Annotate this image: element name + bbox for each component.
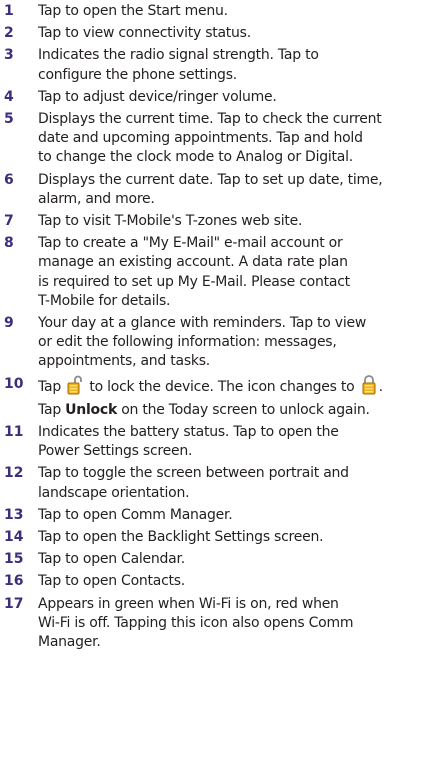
item-line: Your day at a glance with reminders. Tap… [38,315,367,332]
item-line: Tap to visit T-Mobile's T-zones web site… [38,213,303,230]
item-number: 13 [4,506,24,523]
item-text: Tap to lock the device. The icon changes… [38,374,431,420]
item-line: Tap to open the Backlight Settings scree… [38,529,324,546]
item-text: Tap to toggle the screen between portrai… [38,464,431,502]
item-number: 6 [4,171,14,188]
item-number: 8 [4,235,14,252]
item-line: date and upcoming appointments. Tap and … [38,130,363,147]
item-text: Tap to open Calendar. [38,550,431,569]
unlock-term: Unlock [65,401,118,418]
item-line: appointments, and tasks. [38,353,210,370]
item-line: to change the clock mode to Analog or Di… [38,149,353,166]
item-line: Wi-Fi is off. Tapping this icon also ope… [38,614,354,631]
list-item: 12 Tap to toggle the screen between port… [0,464,437,502]
item-line: Manager. [38,634,101,651]
item-line: Displays the current time. Tap to check … [38,111,382,128]
item-text: Indicates the radio signal strength. Tap… [38,46,431,84]
item-text: Tap to create a "My E-Mail" e-mail accou… [38,234,431,311]
item-line: manage an existing account. A data rate … [38,254,348,271]
item-line: alarm, and more. [38,190,155,207]
item-text: Indicates the battery status. Tap to ope… [38,423,431,461]
item-text: Tap to open the Backlight Settings scree… [38,528,431,547]
list-item: 9 Your day at a glance with reminders. T… [0,314,437,372]
item-line: Tap to adjust device/ringer volume. [38,88,277,105]
item-text: Tap to open the Start menu. [38,2,431,21]
item-number: 10 [4,375,24,392]
item-text-fragment: to lock the device. The icon changes to [85,378,359,395]
item-line: Displays the current date. Tap to set up… [38,171,383,188]
item-line: Appears in green when Wi-Fi is on, red w… [38,595,339,612]
item-text: Your day at a glance with reminders. Tap… [38,314,431,372]
list-item: 16 Tap to open Contacts. [0,572,437,591]
item-number: 9 [4,315,14,332]
list-item: 14 Tap to open the Backlight Settings sc… [0,528,437,547]
list-item: 17 Appears in green when Wi-Fi is on, re… [0,595,437,653]
item-line: is required to set up My E-Mail. Please … [38,273,350,290]
item-line: Tap Unlock on the Today screen to unlock… [38,401,431,420]
item-line: Tap to open the Start menu. [38,3,228,19]
item-text-fragment: . [378,378,383,395]
list-item: 1 Tap to open the Start menu. [0,2,437,21]
item-line: Power Settings screen. [38,443,193,460]
item-number: 4 [4,88,14,105]
item-number: 1 [4,3,14,19]
item-number: 15 [4,551,24,568]
item-line: Indicates the radio signal strength. Tap… [38,47,319,64]
item-text-fragment: Tap [38,378,66,395]
item-number: 2 [4,25,14,42]
list-item: 7 Tap to visit T-Mobile's T-zones web si… [0,212,437,231]
item-text-fragment: Tap [38,401,66,418]
item-number: 17 [4,595,24,612]
list-item: 3 Indicates the radio signal strength. T… [0,46,437,84]
item-text: Tap to open Comm Manager. [38,506,431,525]
item-line: Tap to open Contacts. [38,573,186,590]
list-item: 11 Indicates the battery status. Tap to … [0,423,437,461]
item-line: Tap to view connectivity status. [38,25,251,42]
list-item: 2 Tap to view connectivity status. [0,24,437,43]
item-line: Tap to open Comm Manager. [38,506,233,523]
locked-padlock-icon [361,374,377,401]
item-text: Appears in green when Wi-Fi is on, red w… [38,595,431,653]
item-line: Tap to open Calendar. [38,551,185,568]
item-text: Displays the current date. Tap to set up… [38,171,431,209]
list-item: 4 Tap to adjust device/ringer volume. [0,88,437,107]
item-text: Tap to visit T-Mobile's T-zones web site… [38,212,431,231]
item-line: configure the phone settings. [38,66,237,83]
item-number: 7 [4,213,14,230]
item-text: Tap to adjust device/ringer volume. [38,88,431,107]
item-line: Tap to toggle the screen between portrai… [38,465,349,482]
item-line: T-Mobile for details. [38,292,171,309]
item-line: Indicates the battery status. Tap to ope… [38,424,339,441]
item-number: 5 [4,111,14,128]
list-item: 6 Displays the current date. Tap to set … [0,171,437,209]
list-item: 10 Tap to lock the device. The icon chan… [0,374,437,420]
unlocked-padlock-icon [67,375,83,401]
item-text: Tap to view connectivity status. [38,24,431,43]
item-text-fragment: on the Today screen to unlock again. [117,401,370,418]
legend-list: 1 Tap to open the Start menu. 2 Tap to v… [0,0,437,652]
item-line: landscape orientation. [38,484,190,501]
item-number: 16 [4,573,24,590]
list-item: 15 Tap to open Calendar. [0,550,437,569]
item-text: Displays the current time. Tap to check … [38,110,431,168]
item-line: or edit the following information: messa… [38,334,337,351]
item-number: 14 [4,529,24,546]
item-line: Tap to create a "My E-Mail" e-mail accou… [38,235,343,252]
list-item: 13 Tap to open Comm Manager. [0,506,437,525]
item-number: 3 [4,47,14,64]
item-number: 12 [4,465,24,482]
item-text: Tap to open Contacts. [38,572,431,591]
item-line: Tap to lock the device. The icon changes… [38,374,431,401]
list-item: 8 Tap to create a "My E-Mail" e-mail acc… [0,234,437,311]
list-item: 5 Displays the current time. Tap to chec… [0,110,437,168]
item-number: 11 [4,424,24,441]
